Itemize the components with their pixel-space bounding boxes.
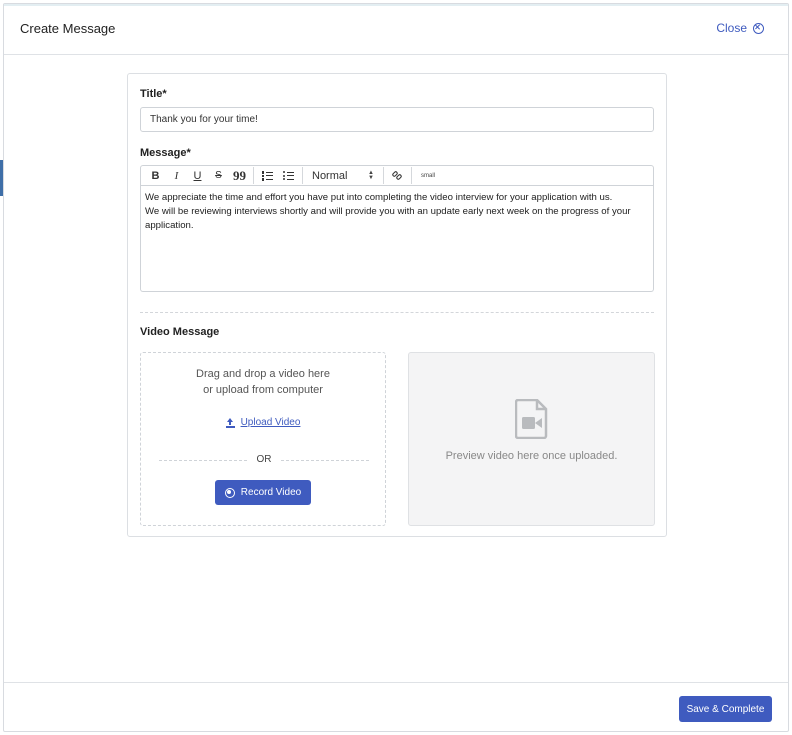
save-complete-button[interactable]: Save & Complete [679, 696, 772, 722]
upload-icon [225, 417, 235, 428]
rich-text-editor: B I U S 99 Normal ▲ ▼ small We appreciat… [140, 165, 654, 292]
close-label: Close [716, 21, 747, 35]
close-circle-icon [753, 22, 764, 34]
modal-footer: Save & Complete [4, 682, 788, 733]
blockquote-button[interactable]: 99 [229, 166, 250, 185]
toolbar-divider [411, 167, 412, 184]
close-button[interactable]: Close [716, 21, 764, 35]
underline-button[interactable]: U [187, 166, 208, 185]
or-divider: OR [159, 454, 369, 466]
drop-text-line: Drag and drop a video here [196, 368, 330, 380]
toolbar-divider [253, 167, 254, 184]
toolbar-divider [383, 167, 384, 184]
modal-header: Create Message Close [4, 4, 788, 55]
section-divider [140, 312, 654, 313]
record-video-label: Record Video [240, 487, 302, 498]
message-line: We will be reviewing interviews shortly … [145, 206, 631, 231]
upload-video-link[interactable]: Upload Video [141, 417, 385, 428]
ordered-list-icon [262, 171, 273, 181]
message-form-card: Title* Message* B I U S 99 [127, 73, 667, 537]
video-file-icon [515, 399, 548, 439]
link-icon [391, 170, 403, 181]
bullet-list-button[interactable] [278, 166, 299, 185]
message-label: Message* [140, 147, 191, 159]
video-drop-zone[interactable]: Drag and drop a video here or upload fro… [140, 352, 386, 526]
size-select[interactable]: small [415, 173, 435, 179]
upload-video-label: Upload Video [240, 417, 301, 428]
message-line: We appreciate the time and effort you ha… [145, 192, 613, 203]
bullet-list-icon [283, 171, 294, 180]
strikethrough-button[interactable]: S [208, 166, 229, 185]
toolbar-divider [302, 167, 303, 184]
link-button[interactable] [387, 166, 408, 185]
video-preview-area: Preview video here once uploaded. [408, 352, 655, 526]
title-label: Title* [140, 88, 167, 100]
ordered-list-button[interactable] [257, 166, 278, 185]
drop-text-line: or upload from computer [203, 384, 323, 396]
italic-button[interactable]: I [166, 166, 187, 185]
record-icon [224, 487, 235, 498]
format-select[interactable]: Normal ▲ ▼ [306, 166, 380, 185]
record-video-button[interactable]: Record Video [215, 480, 311, 505]
message-editor-body[interactable]: We appreciate the time and effort you ha… [140, 186, 654, 292]
preview-placeholder: Preview video here once uploaded. [445, 450, 618, 462]
editor-toolbar: B I U S 99 Normal ▲ ▼ small [140, 165, 654, 186]
video-message-label: Video Message [140, 326, 220, 338]
bold-button[interactable]: B [145, 166, 166, 185]
format-select-value: Normal [312, 169, 348, 182]
create-message-modal: Create Message Close Title* Message* B I… [3, 3, 789, 732]
title-input[interactable] [140, 107, 654, 132]
drop-instructions: Drag and drop a video here or upload fro… [141, 366, 385, 398]
modal-title: Create Message [20, 21, 116, 36]
select-arrows-icon: ▲ ▼ [368, 169, 374, 181]
